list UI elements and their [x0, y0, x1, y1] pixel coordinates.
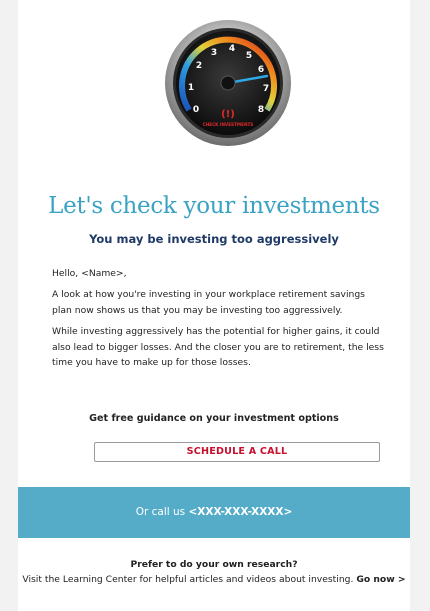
schedule-call-button[interactable]: SCHEDULE A CALL [94, 442, 380, 462]
gauge-number: 6 [258, 65, 264, 75]
research-section: Prefer to do your own research? Visit th… [18, 558, 410, 587]
page-subtitle: You may be investing too aggressively [89, 232, 339, 246]
gauge-number: 4 [229, 44, 235, 54]
gauge-number: 0 [193, 105, 199, 115]
go-now-link[interactable]: Go now > [356, 574, 405, 585]
research-heading: Prefer to do your own research? [130, 559, 298, 570]
gauge-alert-symbol: (!) [221, 109, 235, 120]
guidance-heading: Get free guidance on your investment opt… [89, 413, 339, 424]
gauge-number: 2 [196, 61, 202, 71]
gauge-number: 5 [246, 51, 252, 61]
message-body: Hello, <Name>, A look at how you're inve… [52, 266, 386, 376]
research-text: Visit the Learning Center for helpful ar… [18, 573, 410, 588]
call-us-banner: Or call us <XXX-XXX-XXXX> [18, 487, 410, 538]
gauge-number: 3 [211, 48, 217, 58]
call-us-label: Or call us [135, 506, 189, 518]
gauge-number: 1 [188, 83, 194, 93]
body-paragraph: A look at how you're investing in your w… [52, 289, 365, 316]
phone-number-link[interactable]: <XXX-XXX-XXXX> [188, 506, 292, 518]
gauge-caption: CHECK INVESTMENTS [203, 122, 254, 127]
gauge-number: 8 [258, 105, 264, 115]
speedometer-gauge-icon: 0 1 2 3 4 5 6 7 8 (!) CHECK INVESTMENTS [163, 18, 293, 148]
gauge-number: 7 [263, 84, 269, 94]
research-description: Visit the Learning Center for helpful ar… [22, 573, 357, 585]
email-card: 0 1 2 3 4 5 6 7 8 (!) CHECK INVESTMENTS … [18, 0, 410, 611]
greeting: Hello, <Name>, [52, 268, 127, 279]
body-paragraph: While investing aggressively has the pot… [52, 326, 384, 369]
hero-image: 0 1 2 3 4 5 6 7 8 (!) CHECK INVESTMENTS [18, 0, 410, 192]
page-title: Let's check your investments [48, 193, 380, 219]
